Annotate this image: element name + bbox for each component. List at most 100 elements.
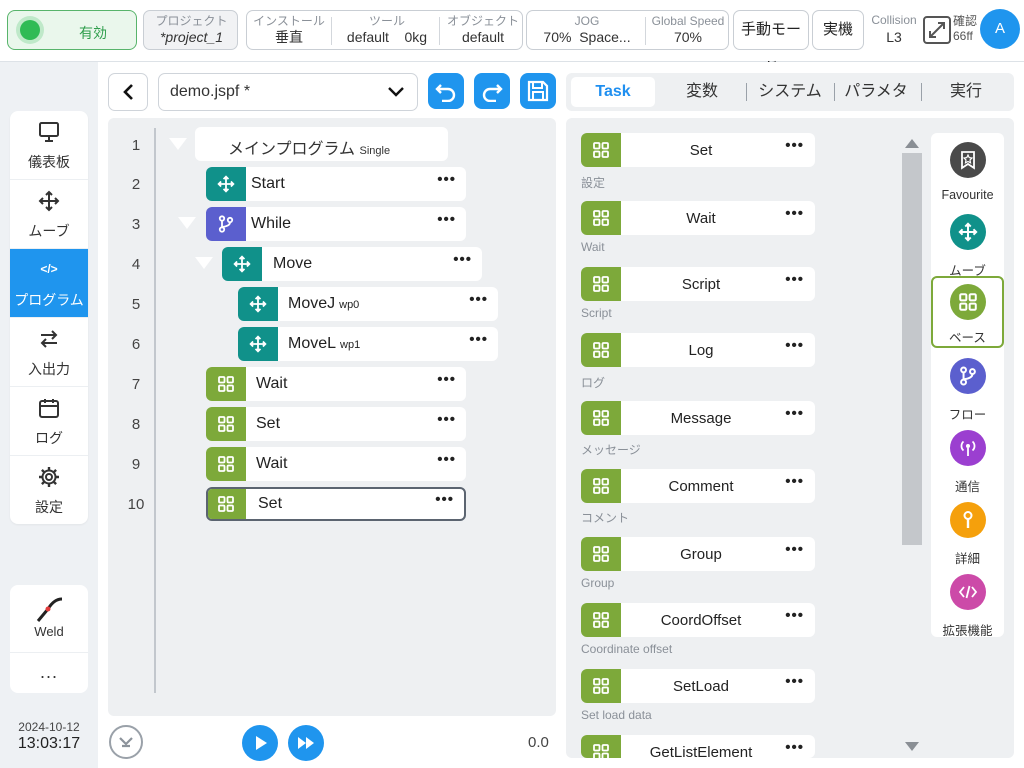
node-more-button[interactable]: ••• (437, 451, 456, 468)
line-number: 3 (131, 216, 141, 233)
tab-system[interactable]: システム (748, 77, 832, 107)
tab-task[interactable]: Task (571, 77, 655, 107)
category-label: ベース (949, 331, 986, 345)
node-more-button[interactable]: ••• (469, 291, 488, 308)
category-move[interactable]: ムーブ (931, 211, 1004, 281)
node-more-button[interactable]: ••• (437, 411, 456, 428)
save-button[interactable] (520, 73, 556, 109)
install-info-box[interactable]: インストール 垂直 ツール default 0kg オブジェクト default (246, 10, 523, 50)
category-label: 拡張機能 (942, 624, 993, 638)
palette-block-message[interactable]: Message ••• (581, 401, 815, 435)
expand-icon[interactable] (923, 16, 951, 44)
collision-level[interactable]: Collision L3 (868, 13, 920, 45)
main-program-label: メインプログラム (228, 141, 356, 158)
nav-item-io[interactable]: 入出力 (10, 318, 88, 387)
enable-button[interactable]: 有効 (7, 10, 137, 50)
node-more-button[interactable]: ••• (437, 171, 456, 188)
tree-node-start[interactable]: Start ••• (206, 167, 466, 201)
block-more-button[interactable]: ••• (785, 473, 804, 490)
undo-button[interactable] (428, 73, 464, 109)
grid-icon (593, 142, 609, 158)
main-program-node[interactable]: メインプログラム Single (195, 127, 448, 161)
real-robot-button[interactable]: 実機 (812, 10, 864, 50)
avatar[interactable]: A (980, 9, 1020, 49)
program-file-select[interactable]: demo.jspf * (158, 73, 418, 111)
category-advanced[interactable]: 詳細 (931, 499, 1004, 569)
tab-execute[interactable]: 実行 (922, 77, 1010, 107)
block-more-button[interactable]: ••• (785, 271, 804, 288)
undo-icon (435, 84, 456, 102)
palette-block-getlistelement[interactable]: GetListElement ••• (581, 735, 815, 758)
block-more-button[interactable]: ••• (785, 337, 804, 354)
nav-item-weld[interactable]: Weld (10, 585, 88, 653)
swap-icon (40, 330, 58, 348)
more-plugins-button[interactable]: ... (10, 653, 88, 691)
collapse-all-button[interactable] (109, 725, 143, 759)
node-more-button[interactable]: ••• (437, 211, 456, 228)
palette-block-log[interactable]: Log ••• (581, 333, 815, 367)
palette-block-coordoffset[interactable]: CoordOffset ••• (581, 603, 815, 637)
line-number: 5 (131, 296, 141, 313)
palette-block-comment[interactable]: Comment ••• (581, 469, 815, 503)
category-communication[interactable]: 通信 (931, 427, 1004, 497)
nav-item-log[interactable]: ログ (10, 387, 88, 456)
node-more-button[interactable]: ••• (453, 251, 472, 268)
back-button[interactable] (108, 73, 148, 111)
tree-node-wait[interactable]: Wait ••• (206, 447, 466, 481)
nav-item-dashboard[interactable]: 儀表板 (10, 111, 88, 180)
node-more-button[interactable]: ••• (435, 491, 454, 508)
collapse-toggle-icon[interactable] (195, 257, 213, 269)
block-more-button[interactable]: ••• (785, 541, 804, 558)
tab-variables[interactable]: 変数 (660, 77, 744, 107)
tree-node-wait[interactable]: Wait ••• (206, 367, 466, 401)
block-more-button[interactable]: ••• (785, 739, 804, 756)
status-dot-icon (20, 20, 40, 40)
project-selector[interactable]: プロジェクト *project_1 (143, 10, 238, 50)
palette-scrollbar[interactable] (902, 135, 922, 755)
tool-value: default (346, 29, 389, 45)
nav-item-settings[interactable]: 設定 (10, 456, 88, 524)
block-more-button[interactable]: ••• (785, 205, 804, 222)
category-base[interactable]: ベース (931, 276, 1004, 348)
play-button[interactable] (242, 725, 278, 761)
grid-icon (593, 210, 609, 226)
scrollbar-thumb[interactable] (902, 153, 922, 545)
category-extensions[interactable]: 拡張機能 (931, 571, 1004, 641)
bookmark-icon (961, 151, 975, 170)
palette-block-group[interactable]: Group ••• (581, 537, 815, 571)
category-favourite[interactable]: Favourite (931, 139, 1004, 209)
grid-icon (218, 456, 234, 472)
nav-item-move[interactable]: ムーブ (10, 180, 88, 249)
scroll-up-icon[interactable] (905, 139, 919, 148)
block-label: SetLoad (673, 678, 729, 695)
block-more-button[interactable]: ••• (785, 673, 804, 690)
tree-node-movel[interactable]: MoveL wp1 ••• (238, 327, 498, 361)
branch-icon (960, 366, 976, 386)
palette-block-wait[interactable]: Wait ••• (581, 201, 815, 235)
tree-node-set[interactable]: Set ••• (206, 407, 466, 441)
collapse-toggle-icon[interactable] (169, 138, 187, 150)
jog-speed-box[interactable]: JOG 70% Space... Global Speed 70% (526, 10, 729, 50)
tree-node-while[interactable]: While ••• (206, 207, 466, 241)
category-flow[interactable]: フロー (931, 355, 1004, 425)
nav-item-program[interactable]: </> プログラム (10, 249, 88, 318)
tree-node-movej[interactable]: MoveJ wp0 ••• (238, 287, 498, 321)
manual-mode-button[interactable]: 手動モード (733, 10, 809, 76)
node-more-button[interactable]: ••• (437, 371, 456, 388)
node-more-button[interactable]: ••• (469, 331, 488, 348)
category-label: 通信 (954, 480, 980, 494)
redo-button[interactable] (474, 73, 510, 109)
block-more-button[interactable]: ••• (785, 137, 804, 154)
palette-block-setload[interactable]: SetLoad ••• (581, 669, 815, 703)
tree-node-set-selected[interactable]: Set ••• (206, 487, 466, 521)
tree-node-move[interactable]: Move ••• (222, 247, 482, 281)
palette-block-set[interactable]: Set ••• (581, 133, 815, 167)
palette-block-script[interactable]: Script ••• (581, 267, 815, 301)
block-more-button[interactable]: ••• (785, 405, 804, 422)
tab-parameters[interactable]: パラメタ (834, 77, 918, 107)
tool-title: ツール (368, 14, 405, 28)
block-more-button[interactable]: ••• (785, 607, 804, 624)
collapse-toggle-icon[interactable] (178, 217, 196, 229)
step-forward-button[interactable] (288, 725, 324, 761)
scroll-down-icon[interactable] (905, 742, 919, 751)
